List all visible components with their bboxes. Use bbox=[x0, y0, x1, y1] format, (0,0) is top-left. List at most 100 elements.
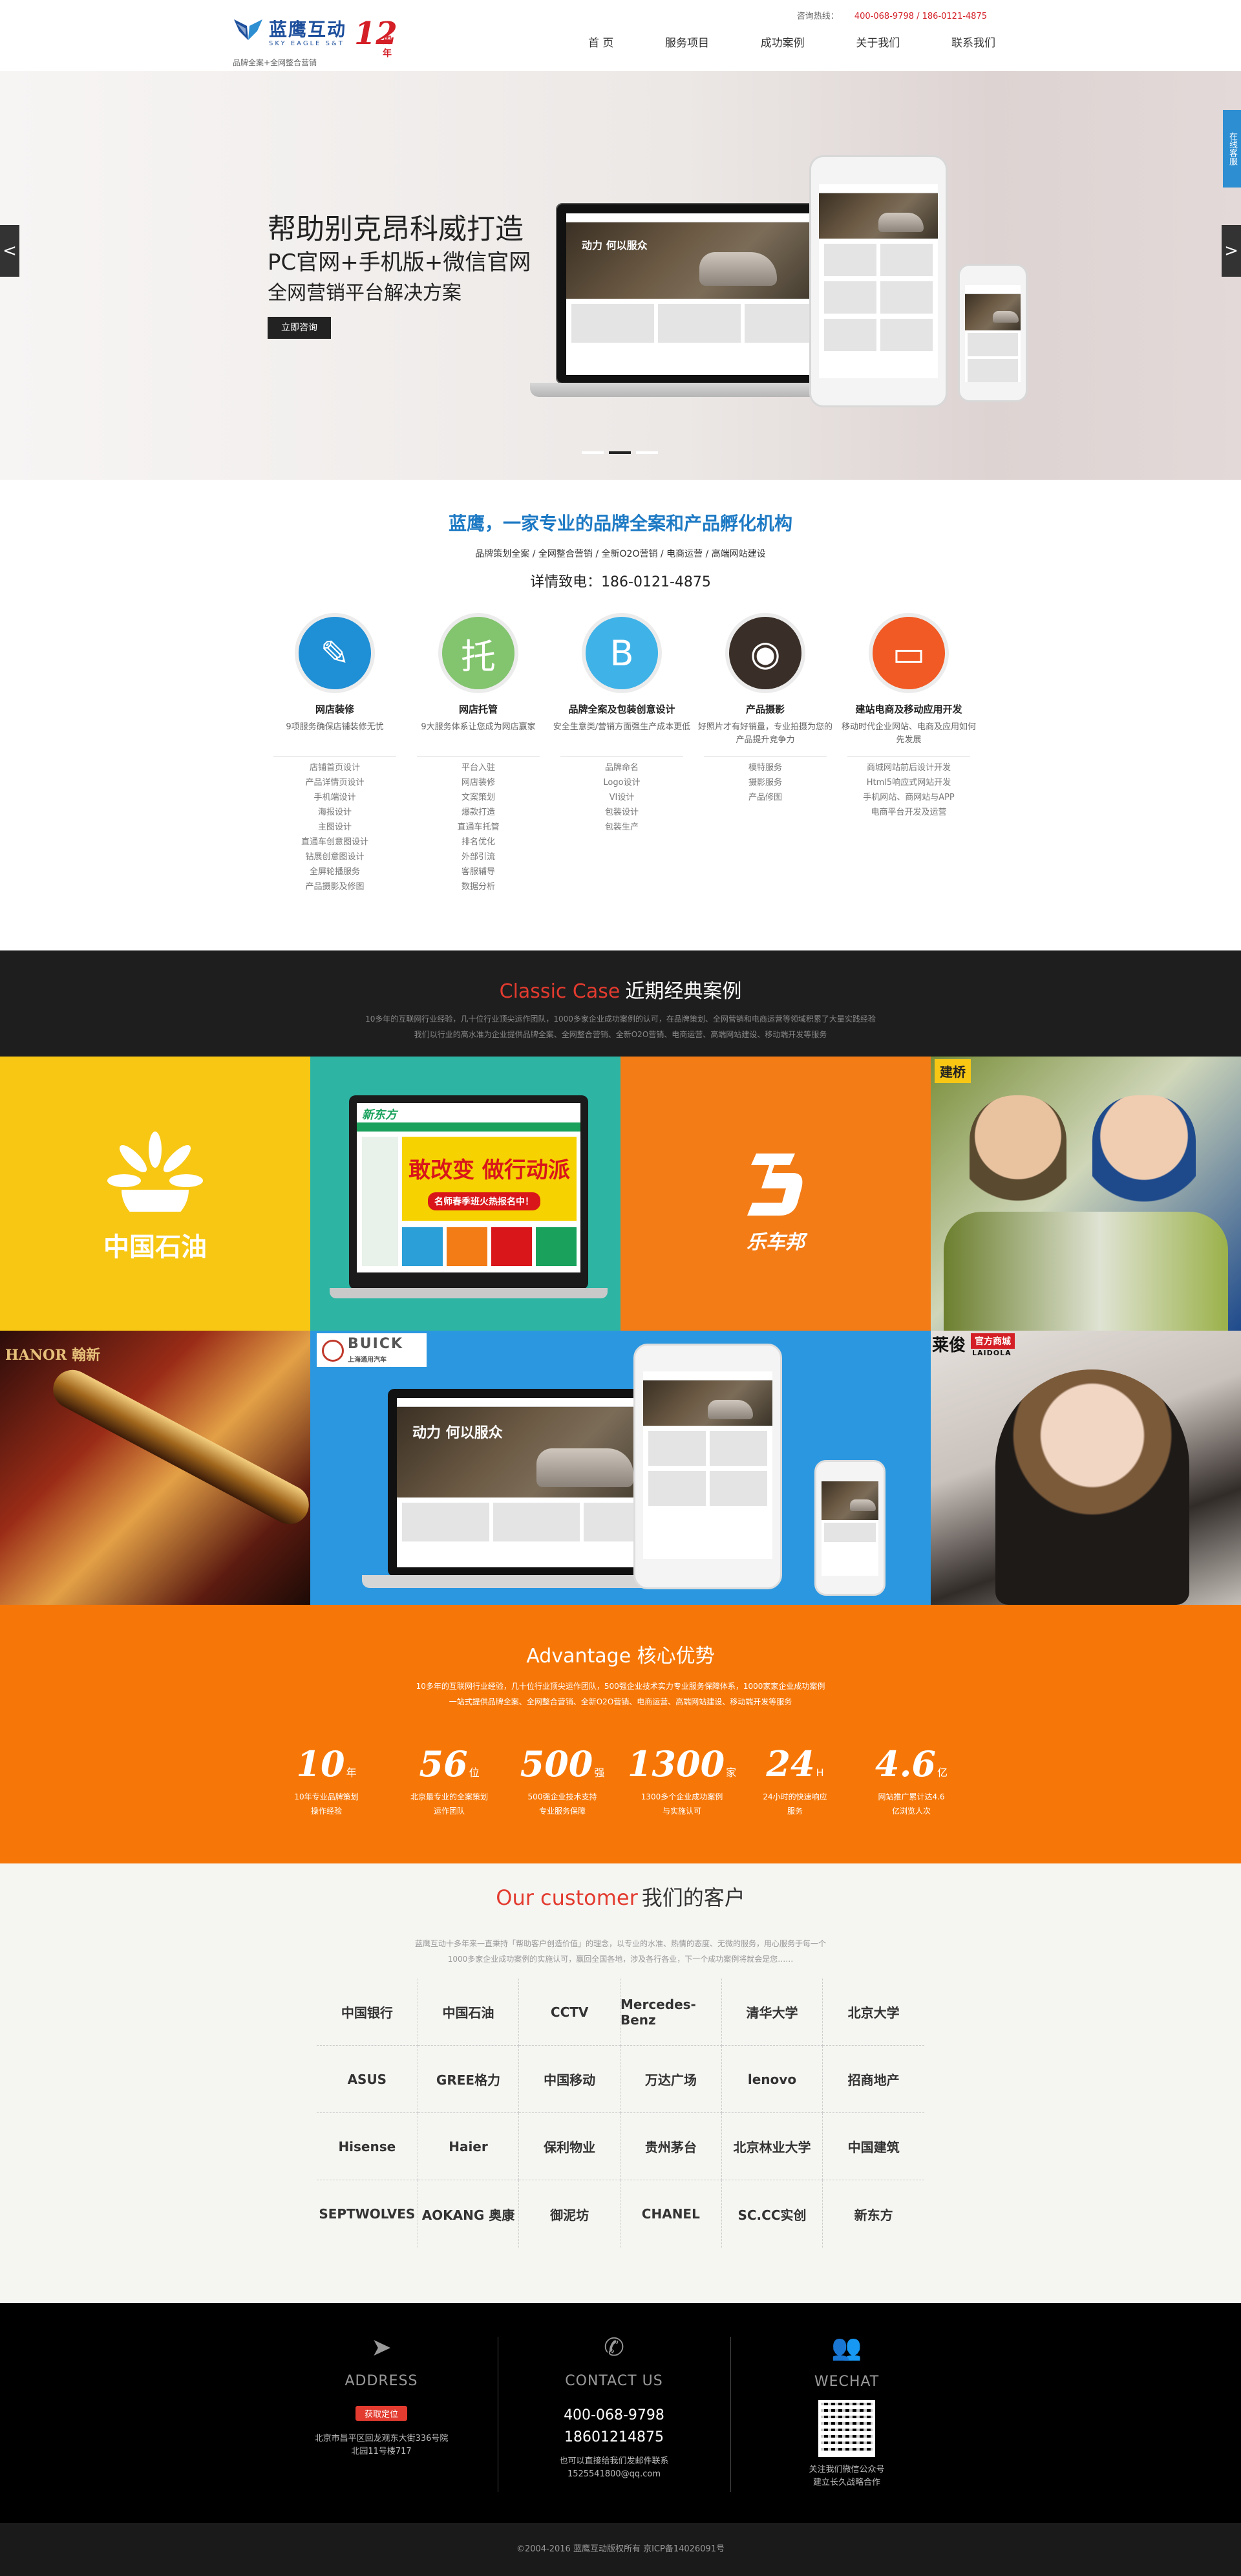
service-brand-design[interactable]: B 品牌全案及包装创意设计 安全生意类/营销方面强生产成本更低 品牌命名 Logo… bbox=[551, 613, 693, 835]
service-item[interactable]: 商城网站前后设计开发 bbox=[838, 760, 980, 775]
case-tile-laidola[interactable]: 莱俊 官方商城 LAIDOLA bbox=[931, 1331, 1241, 1605]
service-shop-hosting[interactable]: 托 网店托管 9大服务体系让您成为网店赢家 平台入驻 网店装修 文案策划 爆款打造 直通… bbox=[407, 613, 549, 894]
service-item[interactable]: 产品摄影及修图 bbox=[264, 879, 406, 894]
customer-logo: Hisense bbox=[317, 2113, 418, 2180]
advantage-desc-line: 一站式提供品牌全案、全网整合营销、全新O2O营销、电商运营、高端网站建设、移动端… bbox=[449, 1697, 792, 1706]
service-web-dev[interactable]: ▭ 建站电商及移动应用开发 移动时代企业网站、电商及应用如何先发展 商城网站前后… bbox=[838, 613, 980, 820]
banner-prev-button[interactable]: < bbox=[0, 225, 19, 277]
service-item[interactable]: Logo设计 bbox=[551, 775, 693, 790]
service-item[interactable]: 手机网站、商网站与APP bbox=[838, 790, 980, 805]
address-line: 北园11号楼717 bbox=[351, 2447, 412, 2456]
advantage-desc-line: 10多年的互联网行业经验，几十位行业顶尖运作团队，500强企业技术实力专业服务保… bbox=[416, 1682, 825, 1691]
case-title: Classic Case 近期经典案例 bbox=[0, 975, 1241, 1004]
service-item[interactable]: 产品修图 bbox=[694, 790, 836, 805]
intro-phone[interactable]: 详情致电：186-0121-4875 bbox=[0, 570, 1241, 591]
nav-home[interactable]: 首 页 bbox=[569, 34, 633, 53]
banner-dot[interactable] bbox=[609, 451, 631, 454]
banner-dot[interactable] bbox=[582, 451, 604, 454]
nav-services[interactable]: 服务项目 bbox=[646, 34, 728, 53]
case-tile-xdf[interactable]: 新东方 敢改变 做行动派 名师春季班火热报名中！ bbox=[310, 1057, 620, 1331]
service-item[interactable]: 电商平台开发及运营 bbox=[838, 805, 980, 820]
brand-name: 蓝鹰互动 bbox=[269, 19, 347, 40]
service-shop-design[interactable]: ✎ 网店装修 9项服务确保店铺装修无忧 店铺首页设计 产品详情页设计 手机端设计 海报… bbox=[264, 613, 406, 894]
service-item[interactable]: Html5响应式网站开发 bbox=[838, 775, 980, 790]
tablet-mockup bbox=[809, 155, 948, 407]
service-item[interactable]: 海报设计 bbox=[264, 805, 406, 820]
contact-title: CONTACT US bbox=[565, 2373, 663, 2389]
lechebang-name: 乐车邦 bbox=[747, 1231, 805, 1254]
service-items: 店铺首页设计 产品详情页设计 手机端设计 海报设计 主图设计 直通车创意图设计 钻展创意图设… bbox=[264, 760, 406, 894]
copyright: ©2004-2016 蓝鹰互动版权所有 京ICP备14026091号 bbox=[0, 2523, 1241, 2576]
service-item[interactable]: VI设计 bbox=[551, 790, 693, 805]
contact-note: 也可以直接给我们发邮件联系 bbox=[559, 2456, 669, 2466]
service-item[interactable]: 数据分析 bbox=[407, 879, 549, 894]
customer-logo: 贵州茅台 bbox=[620, 2113, 722, 2180]
intro-subtitle: 品牌策划全案 / 全网整合营销 / 全新O2O营销 / 电商运营 / 高端网站建… bbox=[475, 549, 766, 559]
wechat-qr-code bbox=[818, 2400, 875, 2457]
service-item[interactable]: 网店装修 bbox=[407, 775, 549, 790]
case-tile-jianqiao[interactable]: 建桥 bbox=[931, 1057, 1241, 1331]
service-item[interactable]: 爆款打造 bbox=[407, 805, 549, 820]
case-title-cn: 近期经典案例 bbox=[625, 980, 742, 1003]
service-item[interactable]: 直通车托管 bbox=[407, 820, 549, 835]
service-item[interactable]: 模特服务 bbox=[694, 760, 836, 775]
nav-about[interactable]: 关于我们 bbox=[836, 34, 919, 53]
banner-next-button[interactable]: > bbox=[1222, 225, 1241, 277]
service-item[interactable]: 摄影服务 bbox=[694, 775, 836, 790]
buick-badge: BUICK 上海通用汽车 bbox=[317, 1333, 427, 1367]
contact-mobile[interactable]: 18601214875 bbox=[498, 2427, 730, 2449]
service-item[interactable]: 包装设计 bbox=[551, 805, 693, 820]
customer-logo: CCTV bbox=[519, 1979, 620, 2046]
service-photography[interactable]: ◉ 产品摄影 好照片才有好销量，专业拍摄为您的产品提升竞争力 模特服务 摄影服务产… bbox=[694, 613, 836, 805]
service-item[interactable]: 外部引流 bbox=[407, 850, 549, 864]
service-item[interactable]: 全屏轮播服务 bbox=[264, 864, 406, 879]
contact-phone[interactable]: 400-068-9798 bbox=[498, 2405, 730, 2427]
stat-unit: 家 bbox=[726, 1766, 737, 1779]
service-items: 品牌命名 Logo设计 VI设计 包装设计 包装生产 bbox=[551, 760, 693, 835]
service-name: 品牌全案及包装创意设计 bbox=[568, 703, 675, 715]
service-item[interactable]: 文案策划 bbox=[407, 790, 549, 805]
online-service-tab[interactable]: 在线客服 bbox=[1223, 110, 1241, 188]
hanor-name: HANOR 翰新 bbox=[5, 1347, 101, 1364]
service-item[interactable]: 客服辅导 bbox=[407, 864, 549, 879]
service-item[interactable]: 手机端设计 bbox=[264, 790, 406, 805]
hotline-numbers[interactable]: 400-068-9798 / 186-0121-4875 bbox=[854, 12, 987, 21]
classic-case-section: Classic Case 近期经典案例 10多年的互联网行业经验，几十位行业顶尖运… bbox=[0, 950, 1241, 1057]
case-tile-hanor[interactable]: HANOR 翰新 bbox=[0, 1331, 310, 1605]
buick-phone bbox=[814, 1460, 886, 1596]
service-desc: 好照片才有好销量，专业拍摄为您的产品提升竞争力 bbox=[697, 722, 833, 745]
service-item[interactable]: 平台入驻 bbox=[407, 760, 549, 775]
stat-value: 1300 bbox=[627, 1743, 725, 1785]
case-tile-cnpc[interactable]: 中国石油 bbox=[0, 1057, 310, 1331]
banner-subtitle: PC官网+手机版+微信官网 bbox=[268, 250, 531, 275]
customers-desc-line: 1000多家企业成功案例的实施认可，赢回全国各地，涉及各行各业，下一个成功案例将… bbox=[447, 1955, 794, 1964]
service-item[interactable]: 产品详情页设计 bbox=[264, 775, 406, 790]
nav-cases[interactable]: 成功案例 bbox=[741, 34, 824, 53]
service-item[interactable]: 钻展创意图设计 bbox=[264, 850, 406, 864]
hanor-pen bbox=[46, 1363, 310, 1531]
stat-value: 10 bbox=[296, 1743, 345, 1785]
get-location-button[interactable]: 获取定位 bbox=[355, 2406, 407, 2421]
advantage-section: Advantage 核心优势 10多年的互联网行业经验，几十位行业顶尖运作团队，… bbox=[0, 1605, 1241, 1863]
customer-logo: 清华大学 bbox=[721, 1979, 823, 2046]
service-items: 商城网站前后设计开发 Html5响应式网站开发 手机网站、商网站与APP 电商平台开发… bbox=[838, 760, 980, 820]
service-item[interactable]: 排名优化 bbox=[407, 835, 549, 850]
service-item[interactable]: 店铺首页设计 bbox=[264, 760, 406, 775]
nav-contact[interactable]: 联系我们 bbox=[932, 34, 1015, 53]
jacket-shape bbox=[944, 1212, 1228, 1331]
case-tile-buick[interactable]: BUICK 上海通用汽车 动力 何以服众 bbox=[310, 1331, 931, 1605]
brand-tagline: 品牌全案+全网整合营销 bbox=[233, 58, 317, 67]
service-item[interactable]: 品牌命名 bbox=[551, 760, 693, 775]
stat-caption: 网站推广累计达4.6 亿浏览人次 bbox=[878, 1792, 945, 1816]
banner-dot[interactable] bbox=[636, 451, 658, 454]
buick-cn: 上海通用汽车 bbox=[348, 1357, 387, 1364]
consult-button[interactable]: 立即咨询 bbox=[268, 317, 331, 339]
service-item[interactable]: 直通车创意图设计 bbox=[264, 835, 406, 850]
service-item[interactable]: 主图设计 bbox=[264, 820, 406, 835]
contact-email[interactable]: 1525541800@qq.com bbox=[498, 2468, 730, 2481]
service-item[interactable]: 包装生产 bbox=[551, 820, 693, 835]
stat-caption: 1300多个企业成功案例 与实施认可 bbox=[641, 1792, 723, 1816]
case-tile-lechebang[interactable]: 乐车邦 bbox=[620, 1057, 931, 1331]
customer-logo: Haier bbox=[418, 2113, 520, 2180]
anniversary-label: 周年 bbox=[383, 36, 392, 59]
